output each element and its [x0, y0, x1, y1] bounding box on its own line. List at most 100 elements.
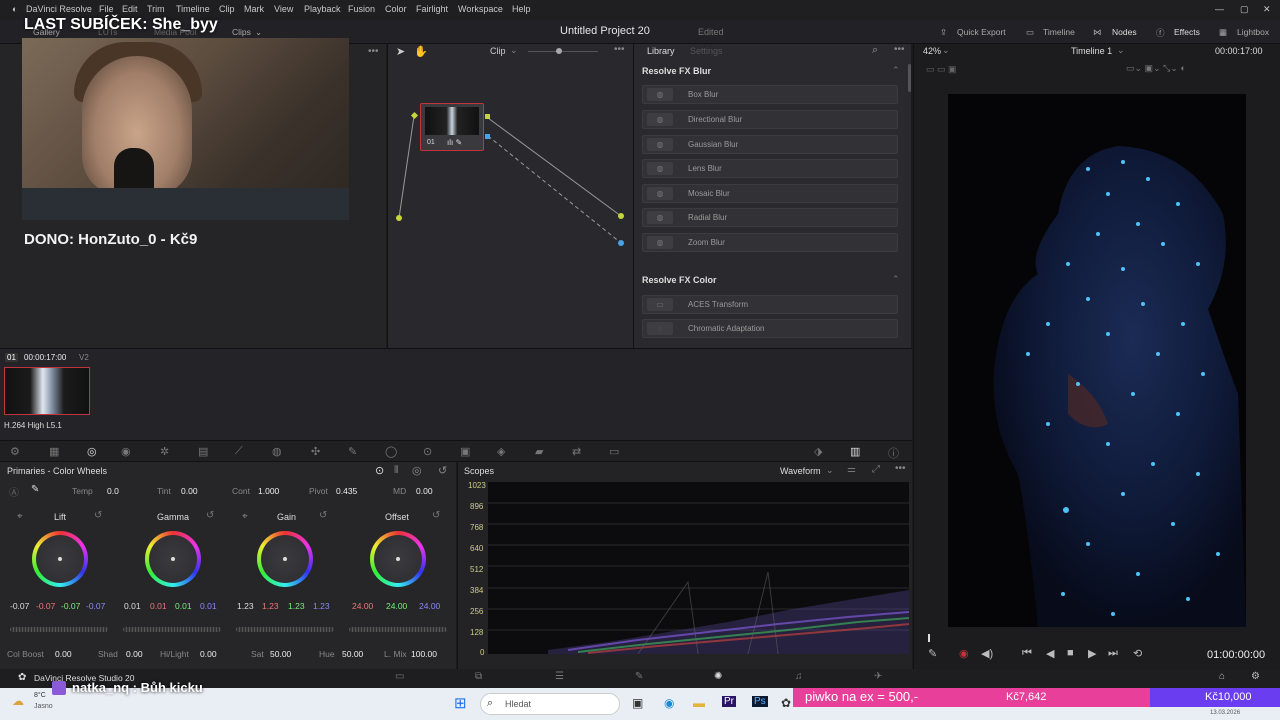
md-field[interactable]: 0.00 [416, 486, 433, 496]
menu-view[interactable]: View [274, 4, 293, 14]
page-media-icon[interactable]: ▭ [395, 671, 404, 682]
play-reverse-icon[interactable]: ◀ [1046, 647, 1054, 660]
hilight-field[interactable]: 0.00 [200, 649, 217, 659]
menu-color[interactable]: Color [385, 4, 407, 14]
loop-icon[interactable]: ⟲ [1133, 647, 1142, 660]
key-icon[interactable]: ▰ [535, 445, 543, 458]
shad-field[interactable]: 0.00 [126, 649, 143, 659]
menu-timeline[interactable]: Timeline [176, 4, 210, 14]
photoshop-icon[interactable]: Ps [752, 696, 768, 707]
node-output-icon[interactable] [485, 114, 490, 119]
settings-icon[interactable]: ⚙ [1251, 671, 1260, 682]
collapse-icon[interactable]: ⌃ [892, 65, 900, 76]
section-resolve-fx-blur[interactable]: Resolve FX Blur [642, 66, 711, 76]
close-icon[interactable]: ✕ [1263, 4, 1271, 15]
skip-start-icon[interactable]: ⏮ [1022, 647, 1032, 660]
library-scrollbar[interactable] [908, 64, 911, 92]
gamma-master-slider[interactable] [123, 627, 221, 632]
reset-all-icon[interactable]: ↺ [438, 464, 447, 477]
tracker-icon[interactable]: ⊙ [423, 445, 432, 458]
fx-mosaic-blur[interactable]: ◍ Mosaic Blur [642, 184, 898, 203]
hdr-icon[interactable]: ✲ [160, 445, 169, 458]
gamma-green[interactable]: 0.01 [175, 601, 192, 611]
offset-blue[interactable]: 24.00 [419, 601, 440, 611]
hue-field[interactable]: 50.00 [342, 649, 363, 659]
viewer-layout-icon[interactable]: ▭ ▭ ▣ [926, 64, 957, 75]
search-icon[interactable]: ⌕ [872, 44, 878, 57]
menu-edit[interactable]: Edit [122, 4, 138, 14]
page-deliver-icon[interactable]: ✈ [874, 671, 882, 682]
collapse-icon[interactable]: ⌃ [892, 274, 900, 285]
tab-quick-export[interactable]: Quick Export [957, 27, 1006, 37]
clip-thumbnail[interactable] [4, 367, 90, 415]
menu-playback[interactable]: Playback [304, 4, 341, 14]
highlight-icon[interactable]: ◉ [959, 647, 969, 660]
fx-lens-blur[interactable]: ◍ Lens Blur [642, 159, 898, 178]
gain-blue[interactable]: 1.23 [313, 601, 330, 611]
menu-workspace[interactable]: Workspace [458, 4, 503, 14]
motion-effects-icon[interactable]: ⬗ [814, 445, 822, 458]
sat-field[interactable]: 50.00 [270, 649, 291, 659]
scope-settings-icon[interactable]: ⚌ [847, 464, 856, 475]
lift-master-slider[interactable] [10, 627, 108, 632]
chevron-down-icon[interactable]: ⌄ [826, 465, 834, 476]
colboost-field[interactable]: 0.00 [55, 649, 72, 659]
expand-icon[interactable]: ⤢ [872, 464, 880, 475]
wheels-mode-icon[interactable]: ⊙ [375, 464, 384, 477]
premiere-icon[interactable]: Pr [722, 696, 736, 707]
chevron-down-icon[interactable]: ⌄ [1117, 45, 1125, 56]
page-edit-icon[interactable]: ☰ [555, 671, 564, 682]
menu-mark[interactable]: Mark [244, 4, 264, 14]
sizing-icon[interactable]: ⇄ [572, 445, 581, 458]
node-01[interactable]: 01 ılı ✎ [420, 103, 484, 151]
node-alpha-icon[interactable] [485, 134, 490, 139]
reset-lift-icon[interactable]: ↺ [94, 510, 102, 521]
tab-effects[interactable]: Effects [1174, 27, 1200, 37]
node-editor[interactable]: ➤ ✋ Clip ⌄ ••• 01 ılı ✎ [387, 44, 633, 348]
gamma-red[interactable]: 0.01 [150, 601, 167, 611]
section-resolve-fx-color[interactable]: Resolve FX Color [642, 275, 717, 285]
lift-wheel[interactable] [32, 531, 88, 587]
fx-aces-transform[interactable]: ▭ ACES Transform [642, 295, 898, 314]
viewer-tools-icon[interactable]: ▭⌄ ▣⌄ ⤡⌄ ◐ [1126, 63, 1186, 74]
zoom-level[interactable]: 42% [923, 46, 941, 56]
window-icon[interactable]: ◯ [385, 445, 397, 458]
home-icon[interactable]: ⌂ [1219, 671, 1225, 682]
chevron-down-icon[interactable]: ⌄ [255, 27, 262, 38]
reset-gain-icon[interactable]: ↺ [319, 510, 327, 521]
eyedropper-icon[interactable]: ✎ [348, 445, 357, 458]
fx-zoom-blur[interactable]: ◍ Zoom Blur [642, 233, 898, 252]
fx-gaussian-blur[interactable]: ◍ Gaussian Blur [642, 135, 898, 154]
tab-library[interactable]: Library [647, 46, 675, 56]
log-mode-icon[interactable]: ◎ [412, 464, 422, 477]
eyedropper-icon[interactable]: ✎ [928, 647, 937, 660]
gain-wheel[interactable] [257, 531, 313, 587]
volume-icon[interactable]: ◀) [981, 647, 993, 660]
lmix-field[interactable]: 100.00 [411, 649, 437, 659]
bars-mode-icon[interactable]: ⦀ [394, 465, 398, 476]
offset-red[interactable]: 24.00 [352, 601, 373, 611]
offset-green[interactable]: 24.00 [386, 601, 407, 611]
curves-icon[interactable]: ⟋ [235, 445, 243, 458]
rgb-mixer-icon[interactable]: ▤ [198, 445, 208, 458]
task-view-icon[interactable]: ▣ [632, 696, 643, 710]
tab-settings[interactable]: Settings [690, 46, 723, 56]
lift-master[interactable]: -0.07 [10, 601, 29, 611]
more-options-icon[interactable]: ••• [895, 463, 906, 474]
timeline-name[interactable]: Timeline 1 [1071, 46, 1112, 56]
taskbar-search[interactable]: ⌕ Hledat [480, 693, 620, 715]
scope-mode-select[interactable]: Waveform [780, 466, 821, 476]
color-match-icon[interactable]: ▦ [49, 445, 59, 458]
crosshair-icon[interactable]: ⌖ [242, 511, 248, 522]
minimize-icon[interactable]: — [1215, 4, 1224, 14]
menu-file[interactable]: File [99, 4, 114, 14]
maximize-icon[interactable]: ▢ [1240, 4, 1249, 15]
tab-timeline[interactable]: Timeline [1043, 27, 1075, 37]
menu-help[interactable]: Help [512, 4, 531, 14]
info-icon[interactable]: ⓘ [888, 445, 899, 461]
explorer-icon[interactable]: ▬ [693, 696, 705, 710]
primaries-wheels-icon[interactable]: ◎ [87, 445, 97, 458]
camera-raw-icon[interactable]: ⚙ [10, 445, 20, 458]
lift-red[interactable]: -0.07 [36, 601, 55, 611]
more-options-icon[interactable]: ••• [894, 44, 905, 55]
